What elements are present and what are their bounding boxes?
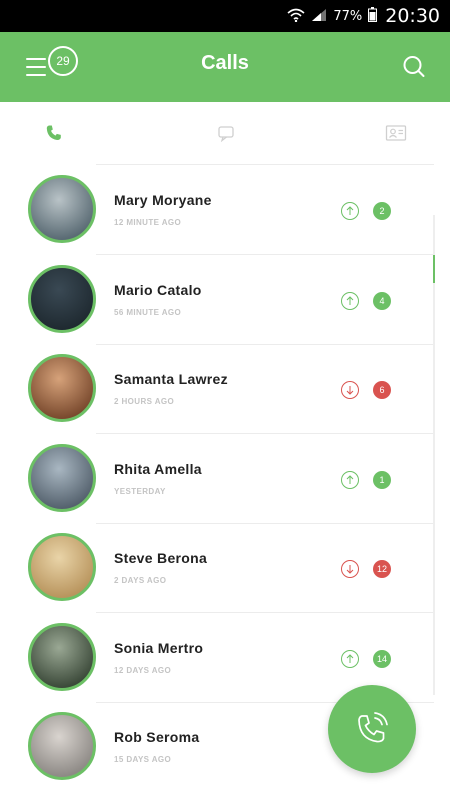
call-row[interactable]: Steve Berona 2 DAYS AGO 12 [0, 523, 450, 613]
scrollbar-track[interactable] [433, 215, 435, 695]
phone-call-icon [358, 712, 388, 743]
message-icon [218, 126, 234, 142]
arrow-up-icon [341, 202, 359, 220]
wifi-icon [287, 7, 305, 26]
avatar[interactable] [28, 443, 96, 512]
call-row[interactable]: Rhita Amella YESTERDAY 1 [0, 434, 450, 524]
call-time-ago: 12 MINUTE AGO [114, 218, 182, 227]
call-time-ago: YESTERDAY [114, 486, 166, 496]
call-count-badge: 14 [373, 649, 391, 668]
call-count-badge: 2 [373, 202, 391, 220]
phone-icon [46, 125, 61, 141]
arrow-down-icon [341, 381, 359, 399]
status-time: 20:30 [385, 5, 440, 27]
call-row[interactable]: Mary Moryane 12 MINUTE AGO 2 [0, 165, 450, 255]
avatar[interactable] [28, 622, 96, 691]
search-icon [403, 56, 425, 77]
call-count-badge: 12 [373, 560, 391, 578]
call-count-badge: 6 [373, 381, 391, 399]
battery-icon [368, 6, 378, 26]
avatar[interactable] [28, 264, 96, 333]
arrow-up-icon [341, 291, 359, 310]
call-time-ago: 56 MINUTE AGO [114, 307, 182, 317]
call-count-badge: 1 [373, 470, 391, 489]
app-header: 29 Calls [0, 32, 450, 102]
page-title: Calls [201, 52, 249, 74]
new-call-fab[interactable] [328, 685, 416, 773]
call-row[interactable]: Mario Catalo 56 MINUTE AGO 4 [0, 255, 450, 345]
battery-percent: 77% [333, 8, 363, 24]
call-time-ago: 2 DAYS AGO [114, 576, 167, 585]
tab-contacts[interactable] [385, 120, 407, 146]
search-button[interactable] [400, 44, 428, 84]
signal-icon [311, 7, 327, 26]
call-row[interactable]: Samanta Lawrez 2 HOURS AGO 6 [0, 344, 450, 434]
avatar[interactable] [28, 712, 96, 780]
call-time-ago: 15 DAYS AGO [114, 755, 172, 764]
arrow-up-icon [341, 649, 359, 668]
contact-name: Mary Moryane [114, 192, 212, 208]
call-count-badge: 4 [373, 291, 391, 310]
contact-name: Mario Catalo [114, 281, 202, 298]
call-time-ago: 12 DAYS AGO [114, 665, 172, 675]
contact-name: Steve Berona [114, 550, 208, 566]
tab-messages[interactable] [215, 120, 237, 146]
scrollbar-thumb[interactable] [433, 255, 435, 283]
tab-calls[interactable] [43, 120, 65, 146]
contact-name: Samanta Lawrez [114, 371, 228, 387]
avatar[interactable] [28, 533, 96, 601]
call-time-ago: 2 HOURS AGO [114, 397, 175, 406]
contacts-icon [385, 125, 407, 141]
avatar[interactable] [28, 354, 96, 422]
avatar[interactable] [28, 175, 96, 243]
contact-name: Sonia Mertro [114, 639, 204, 656]
status-bar: 77% 20:30 [0, 0, 450, 32]
contact-name: Rob Seroma [114, 729, 200, 745]
tab-bar [0, 102, 450, 162]
contact-name: Rhita Amella [114, 460, 202, 477]
arrow-down-icon [341, 560, 359, 578]
arrow-up-icon [341, 470, 359, 489]
